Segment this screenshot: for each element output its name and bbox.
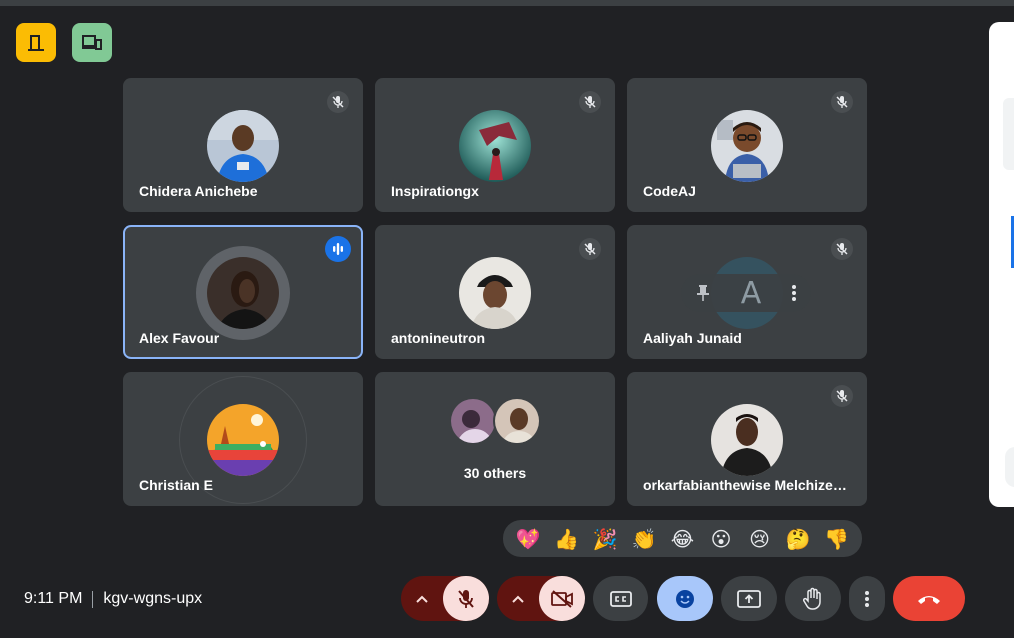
avatar	[459, 110, 531, 182]
participant-name: Christian E	[139, 477, 213, 493]
devices-icon	[82, 34, 102, 50]
avatar	[207, 257, 279, 329]
audio-level-icon	[333, 243, 343, 255]
mic-off-icon	[458, 589, 474, 608]
camera-control-group	[497, 576, 585, 621]
side-panel-item[interactable]	[1003, 98, 1014, 170]
hand-icon	[803, 587, 821, 610]
devices-button[interactable]	[72, 23, 112, 62]
others-tile[interactable]: 30 others	[375, 372, 615, 506]
mic-off-icon	[836, 390, 848, 402]
mic-toggle-button[interactable]	[443, 576, 489, 621]
mic-off-indicator	[831, 238, 853, 260]
chevron-up-icon	[512, 595, 524, 603]
others-count: 30 others	[463, 465, 527, 481]
participant-name: Chidera Anichebe	[139, 183, 258, 199]
participant-name: antonineutron	[391, 330, 486, 346]
top-strip	[0, 0, 1014, 6]
reaction-thumbs-down[interactable]: 👎	[819, 527, 855, 551]
reaction-thinking[interactable]: 🤔	[780, 527, 816, 551]
avatar	[493, 397, 541, 445]
door-button[interactable]	[16, 23, 56, 62]
mic-off-indicator	[579, 238, 601, 260]
more-vert-icon[interactable]	[791, 284, 797, 302]
participant-tile[interactable]: antonineutron	[375, 225, 615, 359]
reaction-surprised[interactable]: 😮	[703, 527, 739, 551]
captions-icon	[609, 590, 632, 607]
reaction-thumbs-up[interactable]: 👍	[549, 527, 585, 551]
participant-tile[interactable]: A Aaliyah Junaid	[627, 225, 867, 359]
reaction-crying[interactable]: 😢	[742, 527, 778, 551]
avatar	[711, 404, 783, 476]
avatar-initial-letter: A	[740, 275, 762, 311]
avatar	[207, 110, 279, 182]
avatar	[711, 110, 783, 182]
mic-off-indicator	[831, 91, 853, 113]
mic-off-icon	[332, 96, 344, 108]
leave-call-button[interactable]	[893, 576, 965, 621]
camera-options-button[interactable]	[497, 576, 539, 621]
reaction-party-popper[interactable]: 🎉	[587, 527, 623, 551]
reaction-laughing[interactable]: 😂	[664, 527, 700, 551]
participant-tile[interactable]: orkarfabianthewise Melchize…	[627, 372, 867, 506]
mic-off-indicator	[831, 385, 853, 407]
door-icon	[28, 34, 44, 51]
participant-name: orkarfabianthewise Melchize…	[643, 477, 847, 493]
avatar	[459, 257, 531, 329]
present-button[interactable]	[721, 576, 777, 621]
pin-icon[interactable]	[695, 284, 711, 302]
raise-hand-button[interactable]	[785, 576, 841, 621]
meeting-time: 9:11 PM	[24, 590, 83, 607]
participant-tile[interactable]: Christian E	[123, 372, 363, 506]
mic-options-button[interactable]	[401, 576, 443, 621]
participant-name: Aaliyah Junaid	[643, 330, 742, 346]
reactions-button[interactable]	[657, 576, 713, 621]
mic-off-icon	[584, 243, 596, 255]
reaction-sparkling-heart[interactable]: 💖	[510, 527, 546, 551]
side-panel	[989, 22, 1014, 507]
more-options-button[interactable]	[849, 576, 885, 621]
participant-name: Alex Favour	[139, 330, 220, 346]
emoji-icon	[676, 589, 694, 608]
call-end-icon	[918, 595, 940, 604]
captions-button[interactable]	[593, 576, 648, 621]
mic-off-icon	[584, 96, 596, 108]
reactions-bar: 💖 👍 🎉 👏 😂 😮 😢 🤔 👎	[503, 520, 862, 557]
meeting-code[interactable]: kgv-wgns-upx	[103, 590, 202, 608]
participant-name: CodeAJ	[643, 183, 696, 199]
side-panel-item[interactable]	[1005, 447, 1014, 487]
mic-off-indicator	[327, 91, 349, 113]
participant-name: Inspirationgx	[391, 183, 479, 199]
participant-tile[interactable]: Chidera Anichebe	[123, 78, 363, 212]
more-vert-icon	[865, 590, 869, 607]
mic-control-group	[401, 576, 489, 621]
chevron-up-icon	[416, 595, 428, 603]
mic-off-icon	[836, 96, 848, 108]
participant-tile[interactable]: CodeAJ	[627, 78, 867, 212]
speaking-indicator	[325, 236, 351, 262]
reaction-clapping[interactable]: 👏	[626, 527, 662, 551]
camera-off-icon	[551, 589, 573, 608]
divider	[92, 590, 94, 608]
participant-tile[interactable]: Inspirationgx	[375, 78, 615, 212]
camera-toggle-button[interactable]	[539, 576, 585, 621]
avatar	[449, 397, 497, 445]
mic-off-icon	[836, 243, 848, 255]
meeting-info: 9:11 PM kgv-wgns-upx	[24, 590, 202, 608]
present-icon	[737, 589, 761, 608]
avatar	[207, 404, 279, 476]
participant-tile-active[interactable]: Alex Favour	[123, 225, 363, 359]
tile-hover-actions: A	[681, 274, 811, 312]
mic-off-indicator	[579, 91, 601, 113]
